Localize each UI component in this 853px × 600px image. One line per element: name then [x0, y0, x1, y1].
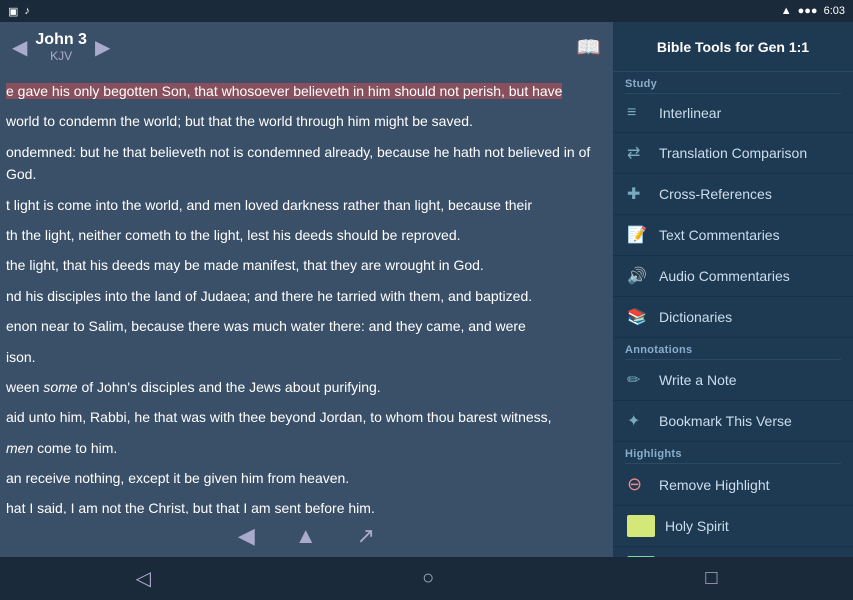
- bible-book-icon[interactable]: 📖: [576, 35, 601, 60]
- sidebar-item-dictionaries[interactable]: 📚 Dictionaries: [613, 297, 853, 338]
- battery-icon: ●●●: [798, 5, 818, 17]
- bible-verse-7: nd his disciples into the land of Judaea…: [6, 285, 607, 307]
- bible-verse-3: ondemned: but he that believeth not is c…: [6, 141, 607, 186]
- translation-comparison-label: Translation Comparison: [659, 145, 807, 161]
- text-comm-icon: 📝: [627, 225, 649, 245]
- interlinear-icon: ≡: [627, 104, 649, 122]
- bible-panel: ◀ John 3 KJV ▶ 📖 e gave his only begotte…: [0, 22, 613, 557]
- bookmark-icon: ✦: [627, 411, 649, 431]
- bible-verse-14: hat I said, I am not the Christ, but tha…: [6, 497, 607, 514]
- highlights-section-label: Highlights: [613, 442, 853, 463]
- bible-verse-13: an receive nothing, except it be given h…: [6, 467, 607, 489]
- audio-icon: ♪: [24, 5, 30, 17]
- sidebar-item-text-commentaries[interactable]: 📝 Text Commentaries: [613, 215, 853, 256]
- prev-chapter-button[interactable]: ◀: [12, 35, 27, 60]
- bible-verse-6: the light, that his deeds may be made ma…: [6, 254, 607, 276]
- recent-nav-button[interactable]: □: [705, 567, 717, 590]
- bible-verse-4: t light is come into the world, and men …: [6, 194, 607, 216]
- sidebar-item-write-note[interactable]: ✏ Write a Note: [613, 360, 853, 401]
- back-nav-button[interactable]: ◁: [136, 566, 151, 591]
- cross-ref-icon: ✚: [627, 184, 649, 204]
- audio-comm-icon: 🔊: [627, 266, 649, 286]
- bible-content[interactable]: e gave his only begotten Son, that whoso…: [0, 72, 613, 514]
- back-button[interactable]: ◀: [238, 523, 255, 549]
- highlighted-text: e gave his only begotten Son, that whoso…: [6, 83, 562, 99]
- bible-title: John 3 KJV: [35, 31, 87, 63]
- sidebar-item-cross-references[interactable]: ✚ Cross-References: [613, 174, 853, 215]
- book-name: John 3: [35, 31, 87, 49]
- interlinear-label: Interlinear: [659, 105, 721, 121]
- main-container: ◀ John 3 KJV ▶ 📖 e gave his only begotte…: [0, 22, 853, 557]
- sidebar-item-holy-spirit[interactable]: Holy Spirit: [613, 506, 853, 547]
- dictionaries-label: Dictionaries: [659, 309, 732, 325]
- audio-commentaries-label: Audio Commentaries: [659, 268, 790, 284]
- status-right-icons: ▲ ●●● 6:03: [781, 5, 845, 17]
- bible-verse-5: th the light, neither cometh to the ligh…: [6, 224, 607, 246]
- status-left-icons: ▣ ♪: [8, 5, 30, 18]
- write-note-label: Write a Note: [659, 372, 737, 388]
- tools-title: Bible Tools for Gen 1:1: [657, 39, 809, 55]
- sidebar-item-remove-highlight[interactable]: ⊖ Remove Highlight: [613, 464, 853, 506]
- signal-icon: ▲: [781, 5, 792, 17]
- study-section-label: Study: [613, 72, 853, 93]
- bible-verse-9: ison.: [6, 346, 607, 368]
- annotations-section-label: Annotations: [613, 338, 853, 359]
- grace-color-swatch: [627, 556, 655, 557]
- dictionaries-icon: 📚: [627, 307, 649, 327]
- tools-header: Bible Tools for Gen 1:1: [613, 22, 853, 72]
- sidebar-item-grace[interactable]: Grace: [613, 547, 853, 557]
- wifi-icon: ▣: [8, 5, 18, 18]
- bible-nav: ◀ John 3 KJV ▶: [12, 31, 110, 63]
- bible-verse-10: ween some of John's disciples and the Je…: [6, 376, 607, 398]
- bible-bottom-toolbar: ◀ ▲ ↗: [0, 514, 613, 557]
- next-chapter-button[interactable]: ▶: [95, 35, 110, 60]
- up-button[interactable]: ▲: [295, 523, 317, 549]
- sidebar-item-translation-comparison[interactable]: ⇄ Translation Comparison: [613, 133, 853, 174]
- remove-highlight-label: Remove Highlight: [659, 477, 770, 493]
- bible-header: ◀ John 3 KJV ▶ 📖: [0, 22, 613, 72]
- remove-highlight-icon: ⊖: [627, 474, 649, 495]
- tools-panel: Bible Tools for Gen 1:1 Study ≡ Interlin…: [613, 22, 853, 557]
- sidebar-item-audio-commentaries[interactable]: 🔊 Audio Commentaries: [613, 256, 853, 297]
- bible-verse-2: world to condemn the world; but that the…: [6, 110, 607, 132]
- bookmark-label: Bookmark This Verse: [659, 413, 792, 429]
- tools-content: Study ≡ Interlinear ⇄ Translation Compar…: [613, 72, 853, 557]
- android-nav-bar: ◁ ○ □: [0, 557, 853, 600]
- holy-spirit-label: Holy Spirit: [665, 518, 729, 534]
- bible-version: KJV: [35, 49, 87, 63]
- text-commentaries-label: Text Commentaries: [659, 227, 780, 243]
- holy-spirit-color-swatch: [627, 515, 655, 537]
- clock: 6:03: [824, 5, 845, 17]
- status-bar: ▣ ♪ ▲ ●●● 6:03: [0, 0, 853, 22]
- write-note-icon: ✏: [627, 370, 649, 390]
- home-nav-button[interactable]: ○: [422, 567, 434, 590]
- bible-verse-1: e gave his only begotten Son, that whoso…: [6, 80, 607, 102]
- bible-verse-11: aid unto him, Rabbi, he that was with th…: [6, 406, 607, 428]
- sidebar-item-bookmark[interactable]: ✦ Bookmark This Verse: [613, 401, 853, 442]
- share-button[interactable]: ↗: [357, 523, 375, 549]
- bible-verse-12: men come to him.: [6, 437, 607, 459]
- cross-references-label: Cross-References: [659, 186, 772, 202]
- sidebar-item-interlinear[interactable]: ≡ Interlinear: [613, 94, 853, 133]
- bible-verse-8: enon near to Salim, because there was mu…: [6, 315, 607, 337]
- translation-icon: ⇄: [627, 143, 649, 163]
